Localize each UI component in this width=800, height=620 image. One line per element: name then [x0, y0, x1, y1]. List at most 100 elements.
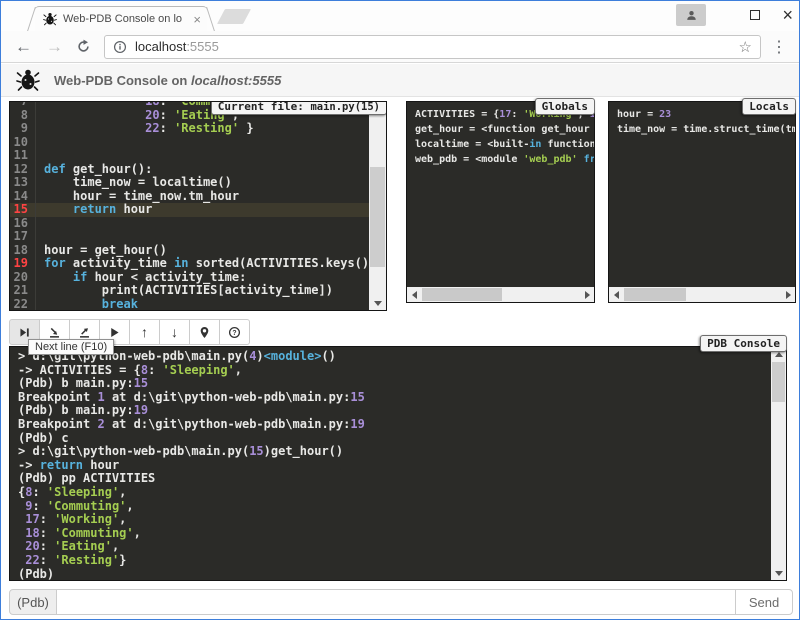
- console-line: > d:\git\python-web-pdb\main.py(15)get_h…: [18, 445, 763, 459]
- next-line-icon: [18, 326, 31, 339]
- send-button[interactable]: Send: [735, 589, 793, 615]
- line-number: 17: [10, 230, 36, 244]
- scroll-down-icon[interactable]: [369, 296, 386, 310]
- maximize-button[interactable]: [750, 10, 760, 20]
- help-button[interactable]: ?: [219, 319, 250, 345]
- current-file-badge: Current file: main.py(15): [211, 101, 387, 115]
- breakpoint-line-number: 15: [10, 203, 36, 217]
- code-line: 18hour = get_hour(): [10, 244, 369, 258]
- tab-title: Web-PDB Console on lo: [63, 13, 189, 25]
- console-line: Breakpoint 2 at d:\git\python-web-pdb\ma…: [18, 418, 763, 432]
- browser-toolbar: ← → localhost:5555 ☆ ⋮: [1, 31, 799, 63]
- console-line: 22: 'Resting'}: [18, 554, 763, 568]
- down-icon: ↓: [171, 325, 178, 339]
- code-line: 13 time_now = localtime(): [10, 176, 369, 190]
- line-number: 22: [10, 298, 36, 312]
- locals-panel: Locals hour = 23time_now = time.struct_t…: [608, 101, 796, 303]
- step-out-icon: [78, 326, 91, 339]
- line-number: 13: [10, 176, 36, 190]
- pdb-console-panel: PDB Console > d:\git\python-web-pdb\main…: [9, 346, 787, 581]
- code-line: 11: [10, 149, 369, 163]
- scroll-left-icon[interactable]: [407, 287, 421, 302]
- help-icon: ?: [228, 326, 241, 339]
- close-button[interactable]: ×: [782, 6, 793, 24]
- globals-scrollbar[interactable]: [407, 287, 594, 302]
- code-line: 12def get_hour():: [10, 163, 369, 177]
- console-line: -> return hour: [18, 459, 763, 473]
- where-icon: [198, 326, 211, 339]
- window-controls: ×: [676, 1, 793, 29]
- page-title: Web-PDB Console on localhost:5555: [54, 73, 281, 88]
- app-header: Web-PDB Console on localhost:5555: [1, 64, 799, 97]
- line-number: 12: [10, 163, 36, 177]
- scroll-thumb[interactable]: [624, 288, 686, 301]
- line-number: 21: [10, 284, 36, 298]
- console-line: (Pdb) b main.py:19: [18, 404, 763, 418]
- browser-menu-icon[interactable]: ⋮: [771, 37, 787, 57]
- browser-tab[interactable]: Web-PDB Console on lo ×: [35, 6, 207, 31]
- console-line: (Pdb) b main.py:15: [18, 377, 763, 391]
- new-tab-button[interactable]: [217, 9, 251, 24]
- code-line: 15 return hour: [10, 203, 369, 217]
- code-line: 14 hour = time_now.tm_hour: [10, 190, 369, 204]
- console-line: 9: 'Commuting',: [18, 500, 763, 514]
- web-pdb-bug-logo-icon: [16, 68, 40, 92]
- line-number: 8: [10, 109, 36, 123]
- scroll-thumb[interactable]: [772, 362, 785, 402]
- tab-close-icon[interactable]: ×: [193, 13, 201, 26]
- continue-icon: [108, 326, 121, 339]
- locals-badge: Locals: [742, 98, 796, 115]
- code-scrollbar[interactable]: [369, 102, 386, 310]
- line-number: 14: [10, 190, 36, 204]
- console-line: -> ACTIVITIES = {8: 'Sleeping',: [18, 364, 763, 378]
- page-info-icon[interactable]: [113, 40, 127, 54]
- console-line: 17: 'Working',: [18, 513, 763, 527]
- console-line: Breakpoint 1 at d:\git\python-web-pdb\ma…: [18, 391, 763, 405]
- scroll-thumb[interactable]: [422, 288, 502, 301]
- current-file-panel: Current file: main.py(15) 7 18: 'Commuti…: [9, 101, 387, 311]
- bookmark-star-icon[interactable]: ☆: [739, 38, 752, 56]
- code-line: 9 22: 'Resting' }: [10, 122, 369, 136]
- line-number: 20: [10, 271, 36, 285]
- tooltip: Next line (F10): [28, 339, 114, 355]
- scroll-thumb[interactable]: [370, 167, 385, 267]
- locals-scrollbar[interactable]: [609, 287, 795, 302]
- pdb-prompt-label: (Pdb): [9, 589, 57, 615]
- console-scrollbar[interactable]: [771, 347, 786, 580]
- scroll-right-icon[interactable]: [580, 287, 594, 302]
- breakpoint-line-number: 19: [10, 257, 36, 271]
- pdb-console-badge: PDB Console: [700, 335, 787, 352]
- scroll-down-icon[interactable]: [771, 566, 786, 580]
- reload-icon[interactable]: [76, 39, 91, 54]
- line-number: 18: [10, 244, 36, 258]
- code-line: 10: [10, 136, 369, 150]
- globals-line: web_pdb = <module 'web_pdb' from ': [415, 152, 586, 167]
- code-editor: 7 18: 'Commuting',8 20: 'Eating',9 22: '…: [10, 101, 369, 311]
- console-line: > d:\git\python-web-pdb\main.py(4)<modul…: [18, 350, 763, 364]
- console-line: 18: 'Commuting',: [18, 527, 763, 541]
- code-line: 19for activity_time in sorted(ACTIVITIES…: [10, 257, 369, 271]
- line-number: 16: [10, 217, 36, 231]
- tab-strip: Web-PDB Console on lo × ×: [1, 1, 799, 31]
- code-line: 17: [10, 230, 369, 244]
- line-number: 9: [10, 122, 36, 136]
- where-button[interactable]: [189, 319, 220, 345]
- scroll-right-icon[interactable]: [781, 287, 795, 302]
- bug-favicon-icon: [43, 12, 57, 26]
- console-line: (Pdb): [18, 568, 763, 581]
- down-button[interactable]: ↓: [159, 319, 190, 345]
- step-into-icon: [48, 326, 61, 339]
- back-icon[interactable]: ←: [15, 38, 32, 55]
- browser-window: Web-PDB Console on lo × × ← → localhost:…: [0, 0, 800, 620]
- locals-list: hour = 23time_now = time.struct_time(tm_…: [609, 102, 795, 287]
- address-bar[interactable]: localhost:5555 ☆: [104, 35, 761, 59]
- command-input[interactable]: [57, 589, 736, 615]
- globals-line: localtime = <built-in function loc: [415, 137, 586, 152]
- console-line: (Pdb) c: [18, 432, 763, 446]
- person-icon: [685, 9, 698, 22]
- up-button[interactable]: ↑: [129, 319, 160, 345]
- profile-button[interactable]: [676, 4, 706, 26]
- scroll-left-icon[interactable]: [609, 287, 623, 302]
- url-text: localhost:5555: [135, 39, 739, 54]
- code-line: 20 if hour < activity_time:: [10, 271, 369, 285]
